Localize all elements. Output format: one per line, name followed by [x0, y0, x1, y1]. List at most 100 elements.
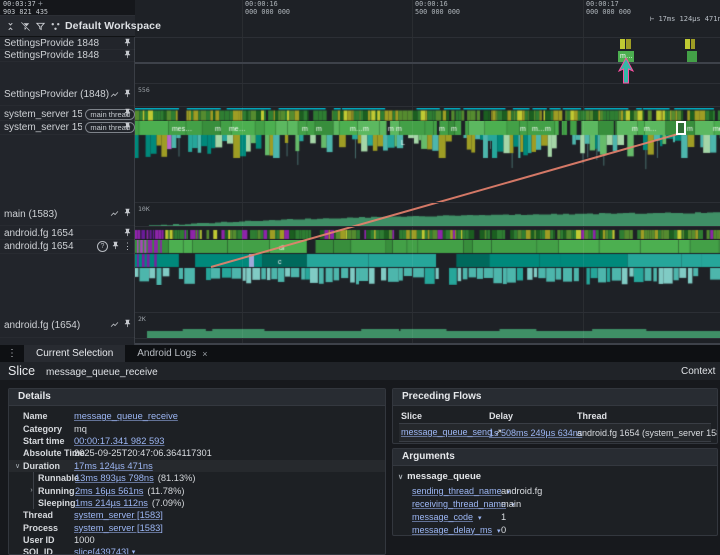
track-row-system-server-1583[interactable]: system_server 1583main thread: [0, 108, 135, 121]
pinned-slice[interactable]: [691, 39, 695, 49]
detail-extra: (81.13%): [157, 473, 196, 484]
track-icons: ? ⋮: [97, 238, 132, 256]
track-name: system_server 1583: [4, 122, 83, 133]
pinned-slice[interactable]: [687, 51, 697, 62]
workspace-selector[interactable]: Default Workspace: [65, 20, 161, 32]
expand-icon[interactable]: ›: [27, 487, 36, 494]
argument-key: message_delay_ms ▾: [412, 525, 501, 535]
tab-android-logs[interactable]: Android Logs ×: [125, 345, 219, 362]
collapse-icon[interactable]: ∨: [398, 473, 403, 481]
argument-key-link[interactable]: receiving_thread_name: [412, 499, 506, 509]
filter-icon[interactable]: [35, 21, 46, 32]
sys-thread-state-track[interactable]: [135, 108, 720, 121]
detail-value: mq: [74, 423, 87, 434]
detail-value-link[interactable]: 17ms 124µs 471ns: [74, 461, 153, 471]
argument-row-receiving_thread_name: receiving_thread_name ▾ main: [393, 497, 717, 510]
contextual-options-button[interactable]: Context: [681, 366, 715, 377]
detail-value-link[interactable]: system_server [1583]: [74, 523, 163, 533]
flow-delay-link[interactable]: 1s 508ms 249µs 634ns: [489, 428, 582, 438]
track-icons: [109, 86, 132, 104]
pin-icon[interactable]: [123, 119, 132, 137]
pin-icon[interactable]: [111, 238, 120, 256]
collapse-tracks-icon[interactable]: [5, 21, 16, 32]
details-panel: Details Name message_queue_receive Categor…: [8, 388, 386, 555]
sys-slices-track[interactable]: [135, 121, 720, 181]
arguments-body: ∨ message_queue sending_thread_name ▾ andro…: [393, 469, 717, 535]
chart-line-icon: [109, 205, 120, 223]
track-row-main-1583-[interactable]: main (1583): [0, 203, 135, 226]
track-row-settingsprovider-1848-[interactable]: SettingsProvider (1848): [0, 84, 135, 106]
main-counter-track[interactable]: [135, 203, 720, 226]
argument-group-row[interactable]: ∨ message_queue: [393, 469, 717, 484]
detail-label: Runnable: [38, 473, 80, 484]
chart-line-icon: [109, 86, 120, 104]
pinned-slice[interactable]: [620, 39, 625, 49]
selection-kind-label: Slice: [8, 364, 36, 378]
ruler-frac: 000 000 000: [586, 7, 632, 16]
detail-extra: (7.09%): [151, 497, 185, 508]
fg-counter-track[interactable]: [135, 313, 720, 339]
detail-value-link[interactable]: slice[439743]: [74, 547, 129, 554]
detail-row-running: › Running 2ms 16µs 561ns (11.78%): [30, 484, 385, 496]
pinned-slice[interactable]: [685, 39, 690, 49]
sql-id-dropdown-icon[interactable]: ▾: [132, 548, 136, 554]
detail-row-sleeping: Sleeping 1ms 214µs 112ns (7.09%): [34, 497, 385, 509]
detail-extra: (11.78%): [147, 485, 185, 496]
track-row-settingsprovide-1848[interactable]: SettingsProvide 1848: [0, 50, 135, 62]
argument-key-link[interactable]: sending_thread_name: [412, 486, 502, 496]
flows-column-header: Delay: [489, 410, 514, 421]
argument-row-sending_thread_name: sending_thread_name ▾ android.fg: [393, 484, 717, 497]
tab-label: Current Selection: [36, 348, 114, 359]
selection-slice-name: message_queue_receive: [46, 367, 158, 378]
detail-row-user-id: User ID 1000: [9, 534, 385, 546]
preceding-flows-table: Slice Delay Thread message_queue_send ↗ 1s 5…: [393, 408, 717, 442]
help-icon[interactable]: ?: [97, 241, 108, 252]
fg-slices-track[interactable]: [135, 240, 720, 285]
pin-icon[interactable]: [123, 86, 132, 104]
arguments-panel: Arguments ∨ message_queue sending_thread_n…: [392, 448, 718, 536]
selected-slice[interactable]: [676, 121, 686, 135]
detail-label: User ID: [23, 535, 55, 546]
detail-label: Duration: [23, 460, 60, 471]
track-row-android-fg-1654-[interactable]: android.fg (1654): [0, 313, 135, 338]
pinned-slice[interactable]: [626, 39, 631, 49]
measure-bracket-icon: ⊢: [650, 15, 655, 23]
argument-key-link[interactable]: message_delay_ms: [412, 525, 492, 535]
track-icons: [109, 316, 132, 334]
timeline-area[interactable]: 00:00:16 000 000 000 00:00:16 500 000 000 00…: [0, 0, 720, 345]
track-sidebar: 00:03:37 903 821 435 + Default Workspace: [0, 0, 161, 345]
kebab-menu-icon[interactable]: ⋮: [123, 242, 132, 251]
argument-dropdown-icon[interactable]: ▾: [495, 528, 501, 535]
argument-key: message_code ▾: [412, 512, 501, 522]
detail-value-link[interactable]: 13ms 893µs 798ns: [75, 473, 154, 483]
detail-value: 1000: [74, 535, 95, 546]
chart-line-icon: [109, 316, 120, 334]
track-row-system-server-1583[interactable]: system_server 1583main thread: [0, 121, 135, 135]
close-tab-icon[interactable]: ×: [202, 349, 207, 359]
tab-current-selection[interactable]: Current Selection: [24, 345, 126, 362]
details-body: Name message_queue_receive Category mq Start…: [9, 406, 385, 554]
detail-row-duration: ∨ Duration 17ms 124µs 471ns: [9, 459, 385, 472]
collapse-icon[interactable]: ∨: [13, 462, 22, 470]
detail-value-link[interactable]: 00:00:17.341 982 593: [74, 436, 164, 446]
detail-value-link[interactable]: 2ms 16µs 561ns: [75, 486, 143, 496]
detail-value-link[interactable]: 1ms 214µs 112ns: [75, 498, 148, 508]
tab-menu-icon[interactable]: ⋮: [0, 345, 24, 362]
track-row-android-fg-1654[interactable]: android.fg 1654? ⋮: [0, 240, 135, 254]
detail-label: Thread: [23, 510, 54, 521]
flow-slice-link[interactable]: message_queue_send: [401, 427, 492, 437]
fg-thread-state-track[interactable]: [135, 228, 720, 240]
detail-value-link[interactable]: message_queue_receive: [74, 411, 178, 421]
filter-off-icon[interactable]: [20, 21, 31, 32]
argument-dropdown-icon[interactable]: ▾: [476, 515, 482, 522]
arguments-title: Arguments: [393, 449, 717, 466]
track-row-settingsprovide-1848[interactable]: SettingsProvide 1848: [0, 38, 135, 50]
pin-icon[interactable]: [123, 47, 132, 65]
argument-key-link[interactable]: message_code: [412, 512, 473, 522]
pin-icon[interactable]: [123, 205, 132, 223]
time-ruler-mark: 00:00:16 000 000 000: [245, 0, 290, 16]
details-panels-area: Details Name message_queue_receive Categor…: [0, 380, 720, 555]
detail-value-link[interactable]: system_server [1583]: [74, 510, 163, 520]
pin-icon[interactable]: [123, 316, 132, 334]
argument-value: 0: [501, 524, 507, 535]
